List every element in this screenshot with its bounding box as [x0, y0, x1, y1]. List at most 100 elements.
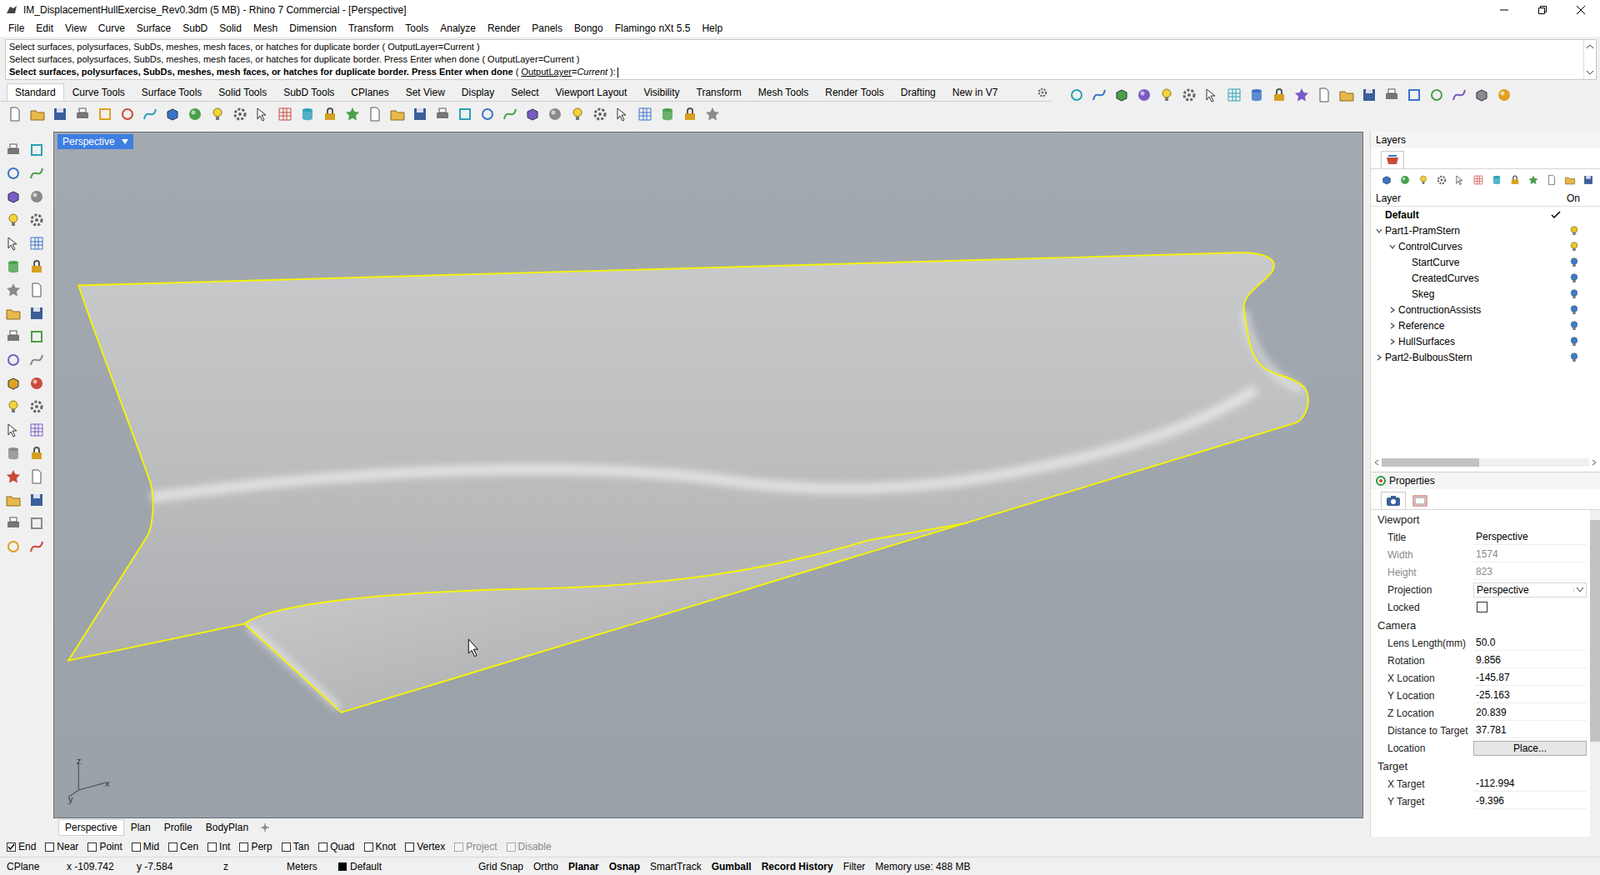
curve-icon[interactable]	[28, 165, 45, 182]
perspective-viewport[interactable]: zxy Perspective	[53, 131, 1364, 819]
toolbar-tab[interactable]: Set View	[397, 83, 454, 101]
star-icon[interactable]	[704, 105, 721, 123]
layer-row[interactable]: ContructionAssists	[1370, 301, 1600, 318]
toolbar-tab[interactable]: Visibility	[635, 83, 688, 101]
menu-item[interactable]: Bongo	[568, 22, 610, 35]
menu-item[interactable]: Curve	[92, 22, 131, 35]
bulb-icon[interactable]	[209, 105, 226, 123]
scroll-down-icon[interactable]	[1585, 69, 1595, 76]
osnap-checkbox[interactable]: Cen	[168, 840, 199, 853]
sphere-icon[interactable]	[1495, 86, 1513, 104]
viewport-tab[interactable]: Perspective	[58, 819, 125, 836]
expand-icon[interactable]	[1389, 338, 1396, 345]
arrow-icon[interactable]	[1454, 174, 1466, 186]
dropdown-arrow-icon[interactable]	[1576, 587, 1584, 592]
sphere-icon[interactable]	[1399, 174, 1411, 186]
property-dropdown[interactable]: Perspective	[1473, 582, 1587, 598]
cube-icon[interactable]	[524, 105, 541, 123]
cylinder-icon[interactable]	[5, 258, 22, 275]
lock-icon[interactable]	[1509, 174, 1521, 186]
bulb-icon[interactable]	[5, 211, 22, 229]
arrow-icon[interactable]	[254, 105, 271, 123]
layer-row[interactable]: Default	[1370, 206, 1600, 223]
gear-icon[interactable]	[1435, 174, 1448, 186]
menu-item[interactable]: Render	[481, 22, 526, 35]
cylinder-icon[interactable]	[5, 445, 22, 462]
property-field[interactable]: -145.87	[1473, 670, 1587, 686]
layer-row[interactable]: Reference	[1370, 317, 1600, 334]
sphere-icon[interactable]	[1135, 86, 1153, 104]
menu-item[interactable]: Tools	[399, 22, 435, 35]
cylinder-icon[interactable]	[299, 105, 316, 123]
viewport-tab[interactable]: Plan	[124, 819, 158, 836]
folder-icon[interactable]	[1338, 86, 1355, 104]
grid-icon[interactable]	[636, 105, 654, 123]
hull-model[interactable]: zxy	[54, 132, 1363, 818]
status-toggle[interactable]: Grid Snap	[473, 860, 529, 873]
bulb-icon[interactable]	[569, 105, 586, 123]
property-checkbox[interactable]	[1476, 601, 1488, 613]
star-icon[interactable]	[1293, 86, 1310, 104]
folder-icon[interactable]	[1564, 174, 1576, 186]
osnap-checkbox[interactable]: Near	[45, 840, 79, 853]
layers-page-tab[interactable]	[1380, 150, 1405, 169]
osnap-checkbox[interactable]: Vertex	[405, 840, 445, 853]
curve-icon[interactable]	[501, 105, 519, 123]
toolbar-tab[interactable]: Render Tools	[816, 83, 893, 101]
curve-icon[interactable]	[28, 351, 45, 369]
menu-item[interactable]: Panels	[525, 22, 569, 35]
camera-page-tab[interactable]	[1380, 491, 1406, 510]
bulb-icon[interactable]	[1417, 174, 1430, 186]
osnap-checkbox[interactable]: Mid	[131, 840, 160, 853]
cylinder-icon[interactable]	[1248, 86, 1265, 104]
light-bulb-icon[interactable]	[1570, 225, 1579, 236]
sheet-icon[interactable]	[28, 281, 45, 299]
toolbar-tab[interactable]: Display	[453, 83, 503, 101]
toolbar-tab[interactable]: Mesh Tools	[750, 83, 817, 101]
light-bulb-icon[interactable]	[1570, 336, 1579, 347]
osnap-checkbox[interactable]: Quad	[318, 840, 355, 853]
viewport-title[interactable]: Perspective	[57, 134, 134, 150]
status-toggle[interactable]: SmartTrack	[645, 860, 707, 873]
grid-icon[interactable]	[1472, 174, 1485, 186]
printer-icon[interactable]	[74, 105, 91, 123]
gear-icon[interactable]	[231, 105, 249, 123]
toolbar-tab[interactable]: Solid Tools	[210, 83, 275, 101]
collapse-icon[interactable]	[1375, 227, 1383, 235]
property-field[interactable]: 20.839	[1473, 705, 1587, 721]
column-header[interactable]: Layer	[1370, 192, 1567, 205]
circle-icon[interactable]	[5, 165, 22, 182]
menu-item[interactable]: Solid	[213, 22, 248, 35]
grid-icon[interactable]	[28, 421, 45, 439]
grid-icon[interactable]	[276, 105, 294, 123]
osnap-checkbox[interactable]: Perp	[239, 840, 272, 853]
star-icon[interactable]	[5, 281, 22, 299]
status-toggle[interactable]: Record History	[756, 860, 839, 873]
layer-row[interactable]: StartCurve	[1370, 254, 1600, 270]
menu-item[interactable]: Mesh	[247, 22, 284, 35]
layer-row[interactable]: Part1-PramStern	[1370, 222, 1600, 239]
sheet-icon[interactable]	[1315, 86, 1333, 104]
gear-icon[interactable]	[1180, 86, 1198, 104]
menu-item[interactable]: Analyze	[434, 22, 482, 35]
light-bulb-icon[interactable]	[1570, 320, 1579, 331]
sphere-icon[interactable]	[546, 105, 564, 123]
expand-icon[interactable]	[1389, 306, 1396, 314]
light-bulb-icon[interactable]	[1570, 241, 1579, 252]
viewport-tab[interactable]: BodyPlan	[199, 819, 255, 836]
sheet-icon[interactable]	[6, 105, 24, 123]
cube-icon[interactable]	[1380, 174, 1393, 186]
restore-button[interactable]	[1523, 0, 1562, 20]
menu-item[interactable]: Transform	[342, 22, 400, 35]
bulb-icon[interactable]	[1158, 86, 1175, 104]
disk-icon[interactable]	[51, 105, 69, 123]
disk-icon[interactable]	[411, 105, 429, 123]
menu-item[interactable]: File	[2, 22, 30, 35]
close-button[interactable]	[1561, 0, 1600, 20]
minimize-button[interactable]	[1485, 0, 1524, 20]
menu-item[interactable]: Dimension	[283, 22, 343, 35]
arrow-icon[interactable]	[5, 421, 22, 439]
star-icon[interactable]	[1527, 174, 1540, 186]
property-field[interactable]: -25.163	[1473, 687, 1587, 704]
folder-icon[interactable]	[29, 105, 46, 123]
